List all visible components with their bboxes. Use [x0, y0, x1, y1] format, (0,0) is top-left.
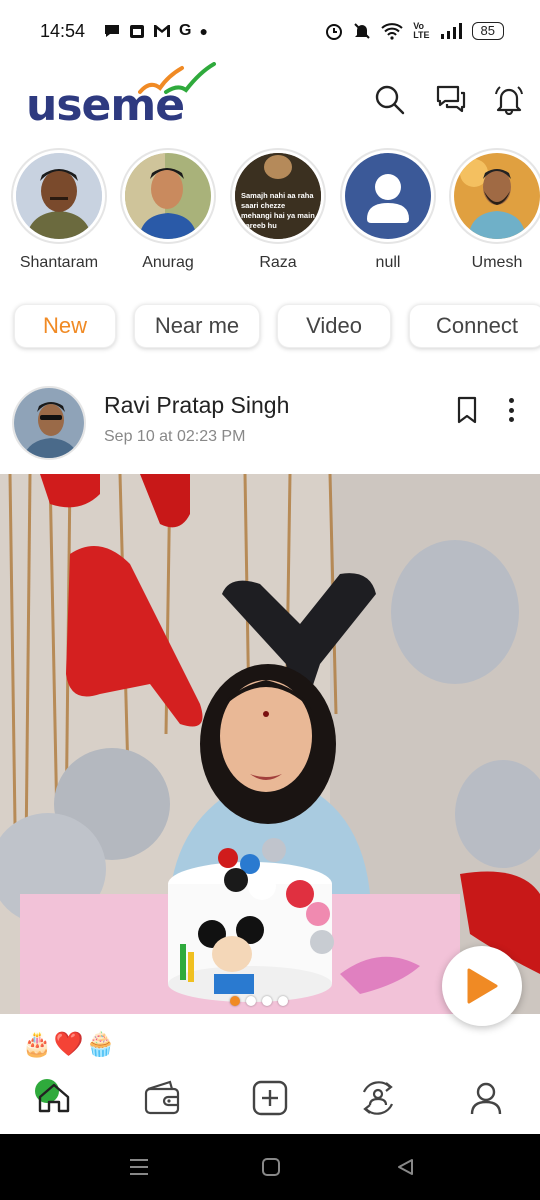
- post-timestamp: Sep 10 at 02:23 PM: [104, 428, 246, 445]
- reaction-cake: 🎂: [22, 1031, 52, 1058]
- status-time: 14:54: [40, 20, 86, 41]
- system-status-icons: Vo LTE 85: [325, 22, 504, 40]
- story-item-anurag[interactable]: Anurag: [118, 148, 218, 272]
- avatar: [16, 153, 102, 239]
- play-icon: [467, 968, 498, 1004]
- chat-icon: [436, 85, 466, 113]
- story-caption: Samajh nahi aa raha saari chezze mehangi…: [241, 191, 315, 230]
- story-name: Shantaram: [19, 254, 99, 271]
- wallet-icon: [144, 1080, 180, 1115]
- mute-icon: [354, 23, 370, 39]
- carousel-dot[interactable]: [246, 996, 256, 1006]
- post-header: Ravi Pratap Singh Sep 10 at 02:23 PM: [0, 382, 540, 466]
- default-avatar-icon: [345, 153, 431, 239]
- gmail-icon: [154, 25, 171, 37]
- bookmark-button[interactable]: [454, 396, 480, 424]
- logo-checkmarks-icon: [138, 62, 216, 94]
- carousel-dot[interactable]: [262, 996, 272, 1006]
- story-ring: [11, 148, 107, 244]
- messages-button[interactable]: [434, 82, 468, 116]
- system-navigation-bar: [0, 1134, 540, 1200]
- post-image[interactable]: [0, 474, 540, 1014]
- add-post-icon: [252, 1080, 288, 1116]
- useme-logo: useme: [26, 62, 226, 134]
- nav-connections[interactable]: [356, 1076, 400, 1120]
- tab-new[interactable]: New: [14, 304, 116, 348]
- battery-indicator: 85: [471, 22, 504, 40]
- home-icon: [35, 1079, 70, 1113]
- reaction-heart: ❤️: [53, 1031, 84, 1058]
- notifications-button[interactable]: [492, 82, 526, 116]
- nav-home[interactable]: [32, 1076, 76, 1120]
- connections-icon: [362, 1081, 394, 1115]
- post-author-avatar[interactable]: [12, 386, 86, 460]
- birthday-photo: [0, 474, 540, 1014]
- reaction-cupcake: 🧁: [85, 1031, 116, 1058]
- home-button[interactable]: [258, 1156, 284, 1178]
- recents-button[interactable]: [126, 1156, 152, 1178]
- more-options-button[interactable]: [498, 396, 524, 424]
- volte-icon: Vo LTE: [413, 21, 430, 40]
- avatar: [125, 153, 211, 239]
- feed-filter-tabs: New Near me Video Connect: [14, 304, 540, 350]
- google-icon: G: [179, 22, 192, 39]
- story-item-shantaram[interactable]: Shantaram: [9, 148, 109, 272]
- story-ring: [340, 148, 436, 244]
- dot-icon: ●: [199, 23, 208, 39]
- profile-icon: [470, 1082, 502, 1115]
- search-icon: [375, 85, 405, 115]
- more-dot-icon: [508, 417, 514, 422]
- more-dot-icon: [508, 407, 514, 413]
- nav-create-post[interactable]: [248, 1076, 292, 1120]
- search-button[interactable]: [372, 82, 406, 116]
- avatar: Samajh nahi aa raha saari chezze mehangi…: [235, 153, 321, 239]
- more-dot-icon: [508, 398, 514, 403]
- calendar-icon: [130, 25, 145, 38]
- chat-bubble-icon: [105, 25, 120, 37]
- app-header: useme: [0, 62, 540, 144]
- tab-video[interactable]: Video: [277, 304, 391, 348]
- status-bar: 14:54 G ● Vo LTE 85: [0, 0, 540, 62]
- avatar: [454, 153, 540, 239]
- alarm-icon: [326, 24, 343, 40]
- nav-wallet[interactable]: [140, 1076, 184, 1120]
- tab-connect[interactable]: Connect: [409, 304, 540, 348]
- notification-icons: G ●: [103, 22, 208, 40]
- post-author-name[interactable]: Ravi Pratap Singh: [104, 392, 289, 419]
- play-button[interactable]: [442, 946, 522, 1026]
- story-item-umesh[interactable]: Umesh: [447, 148, 540, 272]
- nav-profile[interactable]: [464, 1076, 508, 1120]
- bell-icon: [495, 86, 523, 115]
- carousel-dot[interactable]: [278, 996, 288, 1006]
- story-name: Umesh: [471, 254, 523, 271]
- back-icon: [398, 1159, 413, 1175]
- wifi-icon: [381, 23, 403, 40]
- story-ring: [120, 148, 216, 244]
- image-carousel-indicator: [230, 996, 288, 1006]
- bookmark-icon: [457, 396, 477, 424]
- back-button[interactable]: [392, 1156, 418, 1178]
- home-button-icon: [262, 1158, 280, 1176]
- story-item-raza[interactable]: Samajh nahi aa raha saari chezze mehangi…: [228, 148, 328, 272]
- bottom-navigation: [0, 1066, 540, 1134]
- carousel-dot[interactable]: [230, 996, 240, 1006]
- stories-row: Shantaram Anurag Samajh nahi aa raha saa…: [0, 148, 540, 278]
- story-name: Anurag: [142, 254, 194, 271]
- recents-icon: [130, 1159, 148, 1175]
- signal-icon: [440, 23, 462, 39]
- story-name: null: [375, 254, 401, 271]
- story-name: Raza: [259, 254, 297, 271]
- tab-near-me[interactable]: Near me: [134, 304, 260, 348]
- story-ring: Samajh nahi aa raha saari chezze mehangi…: [230, 148, 326, 244]
- post-reactions[interactable]: 🎂 ❤️ 🧁: [22, 1030, 116, 1059]
- story-ring: [449, 148, 540, 244]
- story-item-null[interactable]: null: [338, 148, 438, 272]
